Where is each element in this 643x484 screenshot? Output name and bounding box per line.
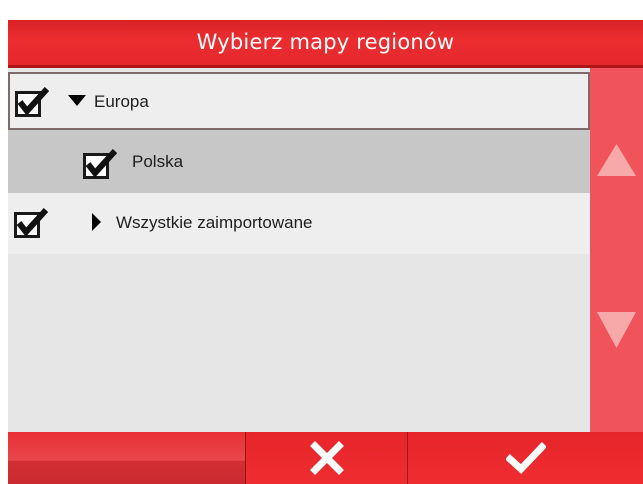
- triangle-right-icon[interactable]: [92, 213, 102, 231]
- tree-item-polska[interactable]: Polska: [8, 130, 590, 193]
- tree-item-label: Europa: [94, 92, 149, 111]
- checkbox-checked-icon[interactable]: [83, 149, 117, 179]
- tree-item-label: Polska: [132, 152, 184, 171]
- confirm-button[interactable]: [408, 432, 643, 484]
- close-icon: [309, 441, 344, 475]
- checkmark-icon: [505, 442, 546, 474]
- region-tree: Europa Polska Wszystkie zaimportowane: [8, 68, 590, 432]
- dialog-title: Wybierz mapy regionów: [196, 29, 455, 54]
- empty-footer-button[interactable]: [8, 432, 246, 484]
- tree-item-europa[interactable]: Europa: [8, 72, 590, 130]
- triangle-up-icon[interactable]: [590, 136, 643, 184]
- tree-item-wszystkie-zaimportowane[interactable]: Wszystkie zaimportowane: [8, 193, 590, 254]
- checkbox-checked-icon[interactable]: [15, 87, 49, 117]
- dialog-header: Wybierz mapy regionów: [8, 20, 643, 68]
- checkbox-checked-icon[interactable]: [14, 208, 48, 238]
- dialog-footer: [8, 432, 643, 484]
- cancel-button[interactable]: [246, 432, 408, 484]
- triangle-down-icon[interactable]: [68, 95, 86, 107]
- tree-item-label: Wszystkie zaimportowane: [116, 213, 313, 232]
- scrollbar[interactable]: [590, 68, 643, 432]
- triangle-down-icon[interactable]: [590, 304, 643, 358]
